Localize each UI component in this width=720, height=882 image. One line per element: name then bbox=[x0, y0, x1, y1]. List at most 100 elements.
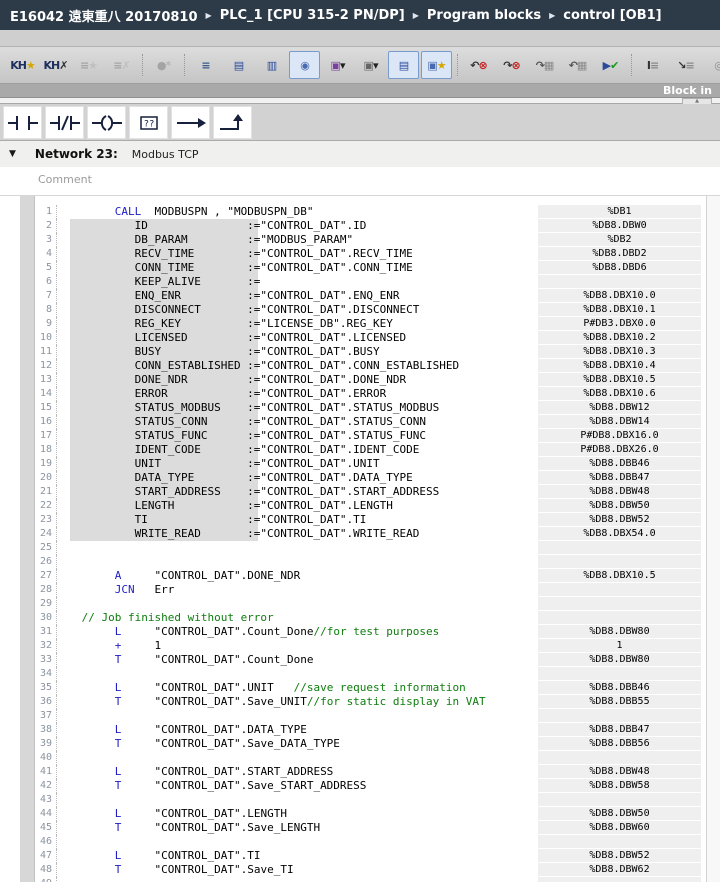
code-text[interactable]: BUSY :="CONTROL_DAT".BUSY bbox=[75, 345, 380, 359]
operand-address: %DB8.DBW0 bbox=[538, 219, 701, 232]
compile-button[interactable]: ▶✔ bbox=[595, 51, 626, 79]
network-list-button[interactable]: ≡ bbox=[190, 51, 221, 79]
code-text[interactable]: T "CONTROL_DAT".Save_START_ADDRESS bbox=[75, 779, 366, 793]
operand-address bbox=[538, 597, 701, 610]
code-operand: "CONTROL_DAT".Count_Done bbox=[155, 625, 314, 638]
code-text[interactable]: T "CONTROL_DAT".Save_DATA_TYPE bbox=[75, 737, 340, 751]
code-text[interactable]: CONN_TIME :="CONTROL_DAT".CONN_TIME bbox=[75, 261, 413, 275]
undo-button[interactable]: ↶⊗ bbox=[463, 51, 494, 79]
line-number: 42 bbox=[34, 779, 57, 793]
code-text[interactable]: L "CONTROL_DAT".LENGTH bbox=[75, 807, 287, 821]
collapse-networks-button[interactable]: ▥ bbox=[256, 51, 287, 79]
code-text[interactable]: REG_KEY :="LICENSE_DB".REG_KEY bbox=[75, 317, 393, 331]
code-text[interactable]: KEEP_ALIVE := bbox=[75, 275, 260, 289]
coil-button[interactable] bbox=[87, 106, 126, 139]
interface-splitter[interactable]: ▲ bbox=[0, 97, 720, 104]
code-rows: 1 CALL MODBUSPN , "MODBUSPN_DB"%DB12 ID … bbox=[0, 205, 720, 882]
code-text[interactable]: T "CONTROL_DAT".Count_Done bbox=[75, 653, 313, 667]
code-text[interactable]: STATUS_FUNC :="CONTROL_DAT".STATUS_FUNC bbox=[75, 429, 426, 443]
line-number: 28 bbox=[34, 583, 57, 597]
line-number: 15 bbox=[34, 401, 57, 415]
code-text[interactable]: UNIT :="CONTROL_DAT".UNIT bbox=[75, 457, 380, 471]
empty-box-button[interactable]: ?? bbox=[129, 106, 168, 139]
code-text[interactable]: DATA_TYPE :="CONTROL_DAT".DATA_TYPE bbox=[75, 471, 413, 485]
code-text[interactable]: WRITE_READ :="CONTROL_DAT".WRITE_READ bbox=[75, 527, 419, 541]
no-contact-button[interactable] bbox=[3, 106, 42, 139]
comments-toggle-button[interactable]: ◉ bbox=[289, 51, 320, 79]
code-text[interactable]: A "CONTROL_DAT".DONE_NDR bbox=[75, 569, 300, 583]
code-text[interactable]: STATUS_MODBUS :="CONTROL_DAT".STATUS_MOD… bbox=[75, 401, 439, 415]
delete-network-button[interactable]: KH✗ bbox=[40, 51, 71, 79]
code-text[interactable]: ERROR :="CONTROL_DAT".ERROR bbox=[75, 387, 386, 401]
insert-network-button[interactable]: KH★ bbox=[7, 51, 38, 79]
collapse-networks-icon: ▥ bbox=[267, 59, 276, 72]
operand-address: %DB8.DBB46 bbox=[538, 681, 701, 694]
symbol-info-button[interactable]: ↘≡ bbox=[670, 51, 701, 79]
data-block-button[interactable]: ●* bbox=[148, 51, 179, 79]
code-text[interactable]: L "CONTROL_DAT".UNIT //save request info… bbox=[75, 681, 466, 695]
code-text[interactable]: STATUS_CONN :="CONTROL_DAT".STATUS_CONN bbox=[75, 415, 426, 429]
freeform-comment-button[interactable]: ▤ bbox=[388, 51, 419, 79]
keyword: T bbox=[115, 653, 155, 666]
code-text[interactable]: L "CONTROL_DAT".Count_Done//for test pur… bbox=[75, 625, 439, 639]
code-text[interactable]: RECV_TIME :="CONTROL_DAT".RECV_TIME bbox=[75, 247, 413, 261]
breadcrumb-segment[interactable]: control [OB1] bbox=[563, 8, 661, 23]
code-text[interactable]: + 1 bbox=[75, 639, 161, 653]
insert-comment-button[interactable]: ▣▾ bbox=[355, 51, 386, 79]
code-operand: CONN_ESTABLISHED :="CONTROL_DAT".CONN_ES… bbox=[75, 359, 459, 372]
code-text[interactable]: T "CONTROL_DAT".Save_LENGTH bbox=[75, 821, 320, 835]
line-number: 27 bbox=[34, 569, 57, 583]
line-number: 40 bbox=[34, 751, 57, 765]
network-comment-field[interactable]: Comment bbox=[0, 167, 720, 196]
upload-button[interactable]: ↶▦ bbox=[562, 51, 593, 79]
breadcrumb-segment[interactable]: PLC_1 [CPU 315-2 PN/DP] bbox=[220, 8, 405, 23]
block-interface-bar[interactable]: Block in bbox=[0, 84, 720, 97]
insert-instruction-button[interactable]: ▣▾ bbox=[322, 51, 353, 79]
line-number: 4 bbox=[34, 247, 57, 261]
code-text[interactable]: L "CONTROL_DAT".TI bbox=[75, 849, 260, 863]
nc-contact-button[interactable] bbox=[45, 106, 84, 139]
code-text[interactable]: CONN_ESTABLISHED :="CONTROL_DAT".CONN_ES… bbox=[75, 359, 459, 373]
code-comment: // Job finished without error bbox=[75, 611, 274, 624]
code-text[interactable]: DB_PARAM :="MODBUS_PARAM" bbox=[75, 233, 353, 247]
code-text[interactable]: LENGTH :="CONTROL_DAT".LENGTH bbox=[75, 499, 393, 513]
network-header[interactable]: ▼ Network 23: Modbus TCP bbox=[0, 141, 720, 167]
code-text[interactable]: L "CONTROL_DAT".DATA_TYPE bbox=[75, 723, 307, 737]
code-text[interactable]: JCN Err bbox=[75, 583, 174, 597]
breadcrumb-segment[interactable]: E16042 遠東重八 20170810 bbox=[10, 6, 198, 25]
code-text[interactable]: TI :="CONTROL_DAT".TI bbox=[75, 513, 366, 527]
open-branch-button[interactable] bbox=[171, 106, 210, 139]
code-operand: "CONTROL_DAT".Count_Done bbox=[155, 653, 314, 666]
code-text[interactable]: DISCONNECT :="CONTROL_DAT".DISCONNECT bbox=[75, 303, 419, 317]
code-text[interactable]: START_ADDRESS :="CONTROL_DAT".START_ADDR… bbox=[75, 485, 439, 499]
network-collapse-icon[interactable]: ▼ bbox=[9, 149, 16, 159]
breadcrumb-segment[interactable]: Program blocks bbox=[427, 8, 541, 23]
code-text[interactable]: LICENSED :="CONTROL_DAT".LICENSED bbox=[75, 331, 406, 345]
upload-icon: ▦ bbox=[577, 59, 586, 72]
update-calls-button[interactable]: ▣★ bbox=[421, 51, 452, 79]
renumber-button[interactable]: ≡✗ bbox=[106, 51, 137, 79]
code-operand: Err bbox=[155, 583, 175, 596]
code-text[interactable]: // Job finished without error bbox=[75, 611, 274, 625]
code-text[interactable]: L "CONTROL_DAT".START_ADDRESS bbox=[75, 765, 333, 779]
auto-number-button[interactable]: ≡★ bbox=[73, 51, 104, 79]
code-line: 3 DB_PARAM :="MODBUS_PARAM"%DB2 bbox=[0, 233, 720, 247]
code-text[interactable]: ID :="CONTROL_DAT".ID bbox=[75, 219, 366, 233]
code-text[interactable]: IDENT_CODE :="CONTROL_DAT".IDENT_CODE bbox=[75, 443, 419, 457]
line-number: 10 bbox=[34, 331, 57, 345]
code-text[interactable]: T "CONTROL_DAT".Save_TI bbox=[75, 863, 294, 877]
absolute-symbolic-button[interactable]: I≡ bbox=[637, 51, 668, 79]
code-text[interactable]: DONE_NDR :="CONTROL_DAT".DONE_NDR bbox=[75, 373, 406, 387]
download-button[interactable]: ↷▦ bbox=[529, 51, 560, 79]
code-line: 2 ID :="CONTROL_DAT".ID%DB8.DBW0 bbox=[0, 219, 720, 233]
expand-networks-button[interactable]: ▤ bbox=[223, 51, 254, 79]
code-line: 14 ERROR :="CONTROL_DAT".ERROR%DB8.DBX10… bbox=[0, 387, 720, 401]
code-text[interactable]: T "CONTROL_DAT".Save_UNIT//for static di… bbox=[75, 695, 486, 709]
empty-box-icon: ?? bbox=[134, 113, 164, 133]
redo-button[interactable]: ↷⊗ bbox=[496, 51, 527, 79]
line-number: 43 bbox=[34, 793, 57, 807]
search-button[interactable]: ◎ bbox=[703, 51, 720, 79]
code-text[interactable]: ENQ_ENR :="CONTROL_DAT".ENQ_ENR bbox=[75, 289, 400, 303]
code-text[interactable]: CALL MODBUSPN , "MODBUSPN_DB" bbox=[75, 205, 313, 219]
close-branch-button[interactable] bbox=[213, 106, 252, 139]
